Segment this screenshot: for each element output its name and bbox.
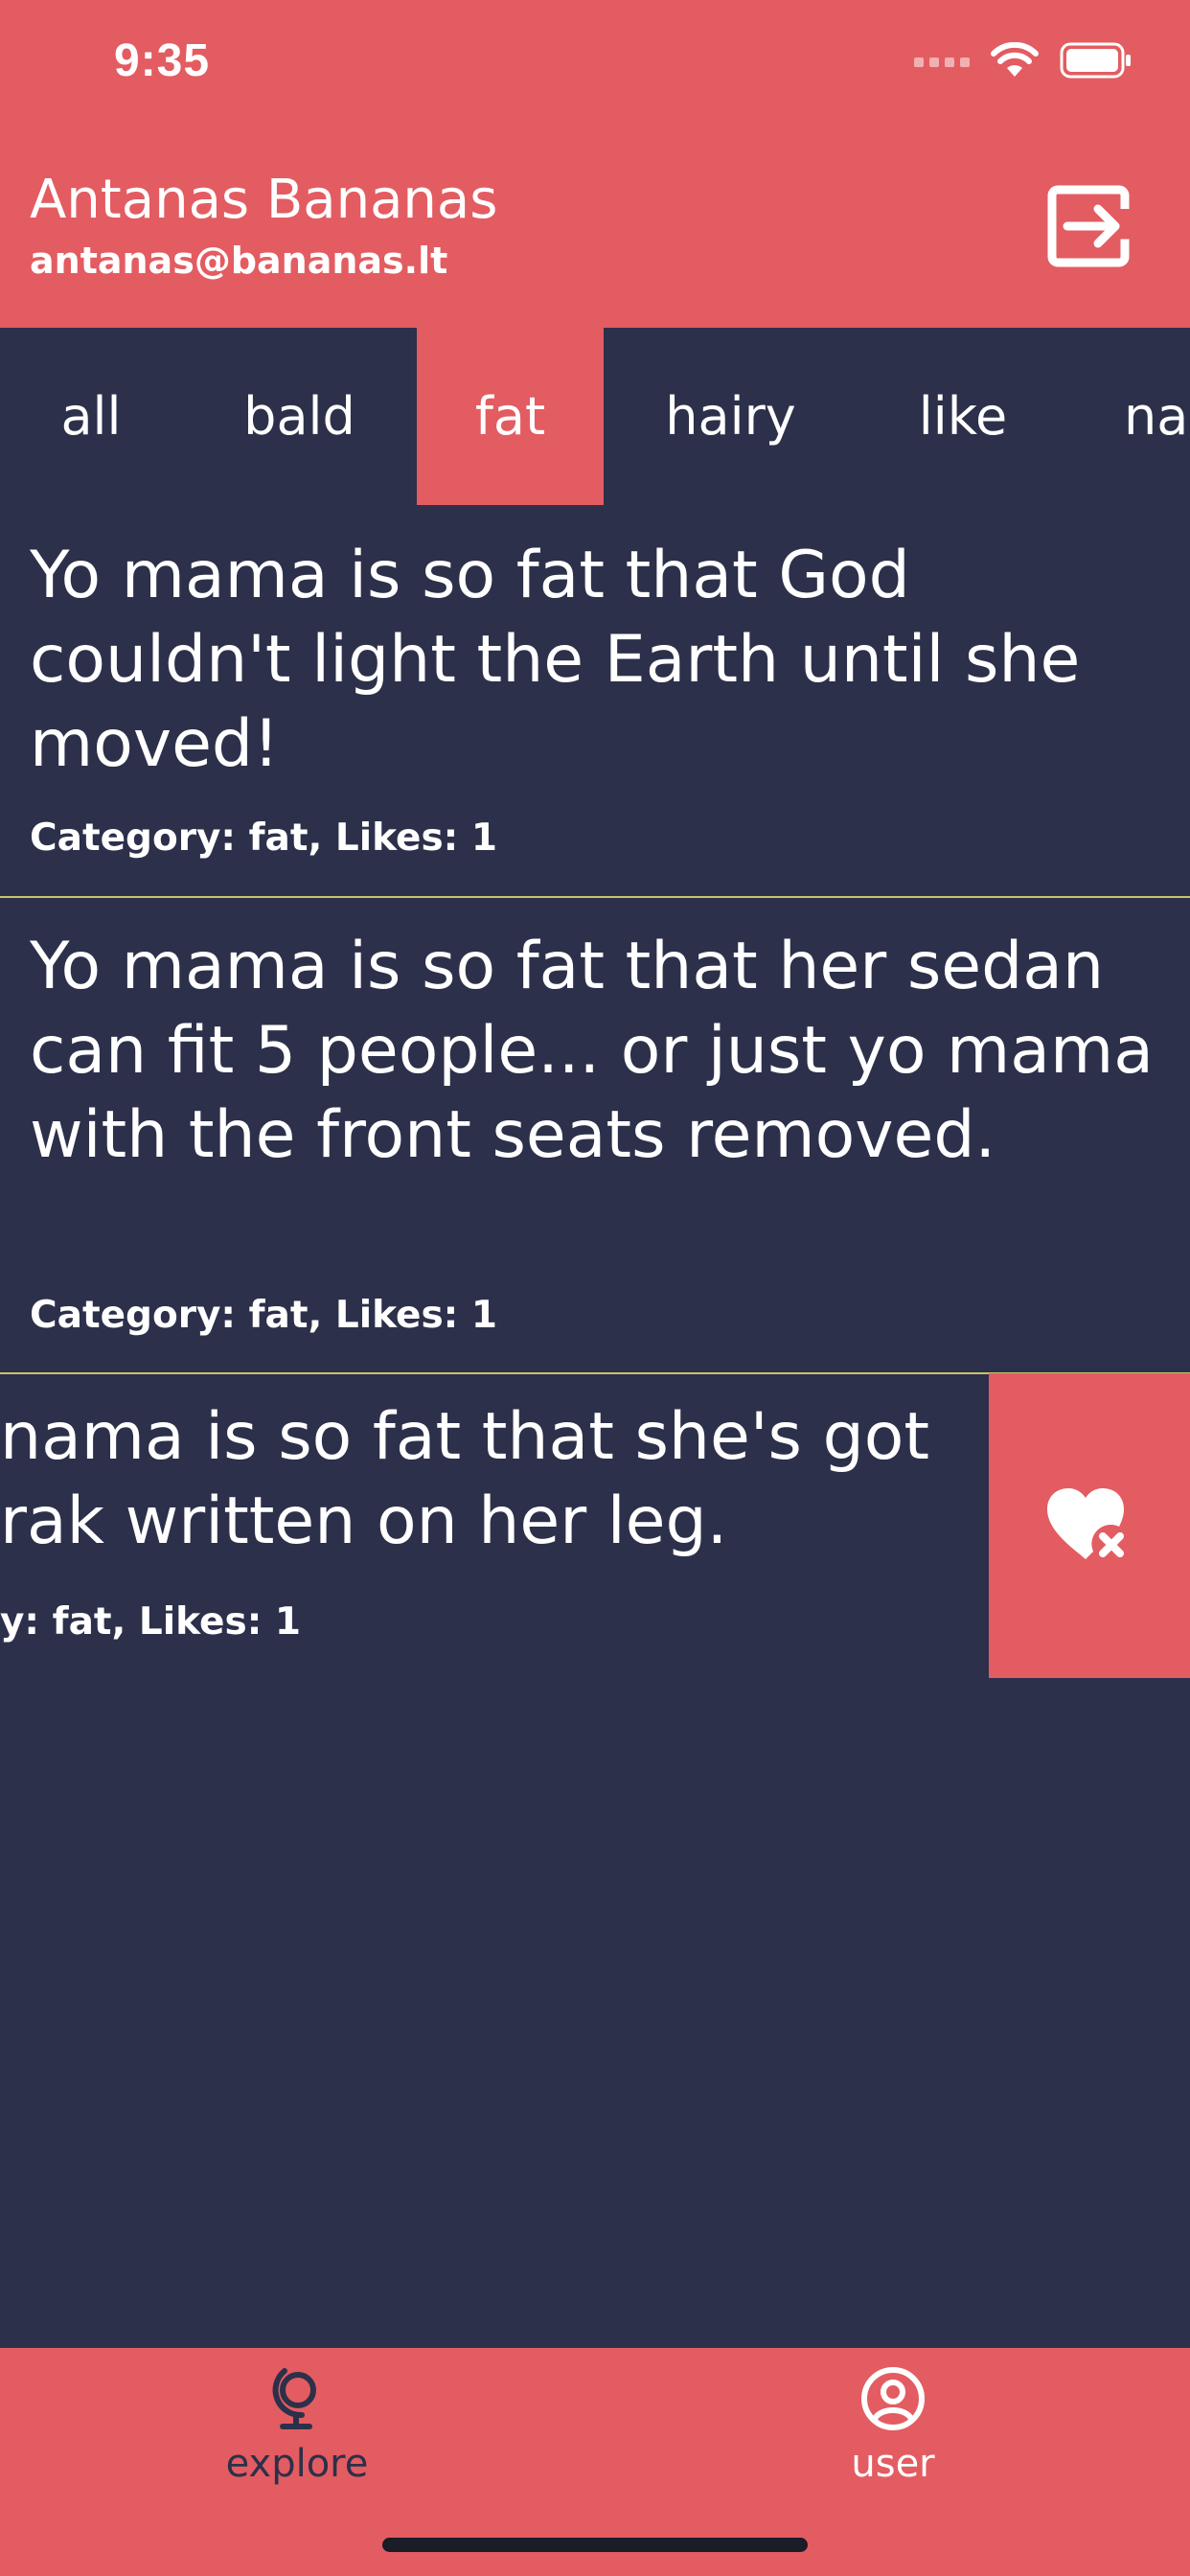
tab-na[interactable]: na bbox=[1068, 328, 1190, 505]
nav-user-label: user bbox=[851, 2442, 935, 2486]
tab-hairy[interactable]: hairy bbox=[604, 328, 858, 505]
tab-all[interactable]: all bbox=[0, 328, 182, 505]
tab-label: bald bbox=[243, 386, 355, 447]
joke-card[interactable]: Yo mama is so fat that God couldn't ligh… bbox=[0, 505, 1190, 898]
globe-icon bbox=[272, 2368, 316, 2429]
app-header: 9:35 Antanas Bananas antanas@bananas.lt bbox=[0, 0, 1190, 328]
heart-remove-icon bbox=[1047, 1488, 1124, 1559]
home-indicator bbox=[382, 2538, 808, 2552]
battery-icon bbox=[1060, 42, 1131, 79]
joke-meta: y: fat, Likes: 1 bbox=[0, 1600, 301, 1644]
tab-label: like bbox=[918, 386, 1008, 447]
logout-icon bbox=[1047, 185, 1130, 267]
joke-meta: Category: fat, Likes: 1 bbox=[30, 1294, 497, 1337]
joke-meta: Category: fat, Likes: 1 bbox=[30, 816, 497, 860]
status-icons bbox=[914, 42, 1133, 79]
joke-text-line: rak written on her leg. bbox=[0, 1484, 728, 1559]
joke-text: Yo mama is so fat that her sedan can fit… bbox=[30, 929, 1154, 1173]
user-circle-icon bbox=[861, 2367, 925, 2430]
joke-text: nama is so fat that she's got rak writte… bbox=[0, 1395, 987, 1564]
tab-like[interactable]: like bbox=[858, 328, 1068, 505]
tab-fat[interactable]: fat bbox=[417, 328, 604, 505]
tab-label: fat bbox=[474, 386, 546, 447]
status-time: 9:35 bbox=[114, 35, 211, 86]
tab-label: hairy bbox=[665, 386, 796, 447]
tab-bald[interactable]: bald bbox=[182, 328, 417, 505]
nav-explore[interactable]: explore bbox=[153, 2348, 441, 2511]
nav-user[interactable]: user bbox=[749, 2348, 1037, 2511]
logout-button[interactable] bbox=[1044, 182, 1133, 270]
wifi-icon bbox=[991, 42, 1039, 77]
user-email: antanas@bananas.lt bbox=[30, 240, 448, 282]
category-tabs: all bald fat hairy like na bbox=[0, 328, 1190, 505]
nav-explore-label: explore bbox=[225, 2442, 369, 2486]
joke-text: Yo mama is so fat that God couldn't ligh… bbox=[30, 538, 1081, 782]
joke-card[interactable]: Yo mama is so fat that her sedan can fit… bbox=[0, 898, 1190, 1374]
signal-icon bbox=[914, 58, 970, 67]
user-name: Antanas Bananas bbox=[30, 169, 498, 231]
tab-label: na bbox=[1124, 386, 1189, 447]
tab-label: all bbox=[60, 386, 122, 447]
unlike-button[interactable] bbox=[989, 1373, 1190, 1678]
joke-text-line: nama is so fat that she's got bbox=[0, 1399, 929, 1475]
